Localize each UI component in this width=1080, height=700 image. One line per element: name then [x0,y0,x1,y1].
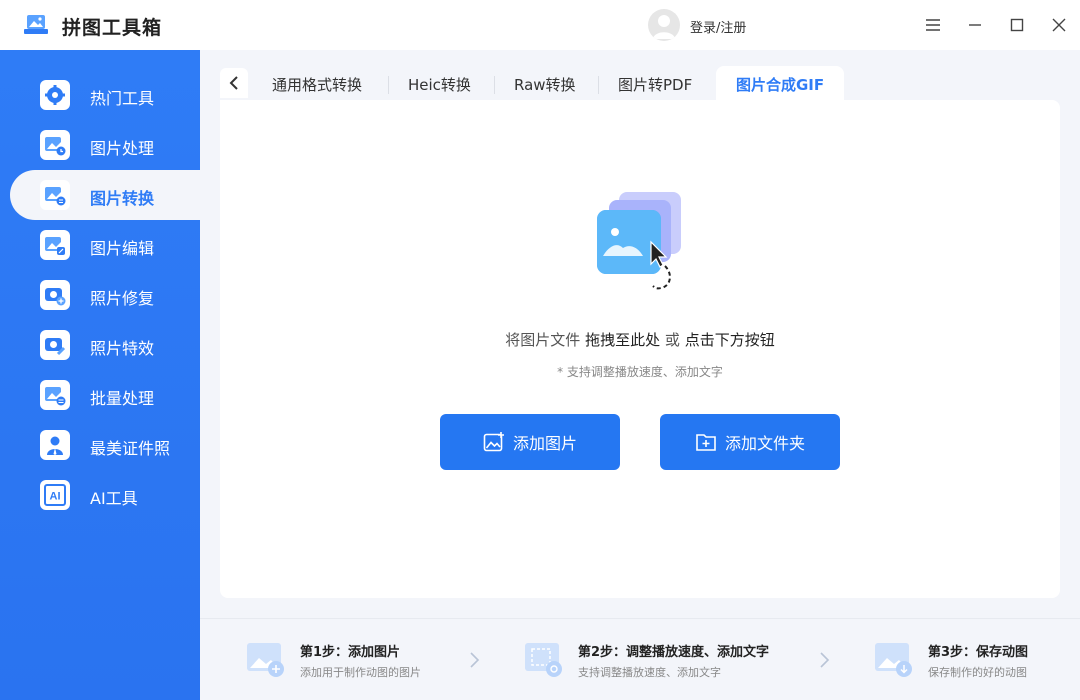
sidebar-item-image-edit[interactable]: 图片编辑 [0,220,200,270]
sidebar-item-photo-repair[interactable]: 照片修复 [0,270,200,320]
close-icon [1052,18,1066,32]
add-folder-icon [696,434,716,451]
step-title: 第1步：添加图片 [300,645,401,660]
sidebar-item-label: AI工具 [90,489,138,508]
step-add-image-icon [247,643,284,677]
step-save-gif-icon [875,643,912,677]
drop-hint-click: 点击下方按钮 [684,331,775,349]
sidebar-item-label: 照片特效 [90,339,155,358]
add-image-label: 添加图片 [512,434,577,453]
tab-bar: 通用格式转换 Heic转换 Raw转换 图片转PDF 图片合成GIF [220,66,1060,102]
sidebar-item-batch[interactable]: 批量处理 [0,370,200,420]
minimize-icon [969,24,981,26]
sidebar-item-label: 图片编辑 [90,239,155,258]
add-folder-button[interactable]: 添加文件夹 [660,414,840,470]
ai-icon: AI [40,480,70,510]
sidebar-item-label: 图片处理 [90,139,155,158]
step-desc: 支持调整播放速度、添加文字 [578,666,721,679]
tab-divider [494,76,495,94]
sidebar-item-image-process[interactable]: 图片处理 [0,120,200,170]
minimize-button[interactable] [962,12,988,38]
step-desc: 添加用于制作动图的图片 [300,666,421,679]
tab-image-to-gif[interactable]: 图片合成GIF [716,66,845,102]
photo-repair-icon [40,280,70,310]
sidebar-item-hot-tools[interactable]: 热门工具 [0,70,200,120]
tab-image-to-pdf[interactable]: 图片转PDF [618,74,692,95]
app-logo-icon [24,15,48,34]
chevron-right-icon [470,652,480,668]
drop-image-illustration-icon [597,192,681,290]
steps-bar: 第1步：添加图片 添加用于制作动图的图片 第2步：调整播放速度、添加文字 支持调… [200,618,1080,700]
photo-effect-icon [40,330,70,360]
menu-icon [926,19,940,31]
add-folder-label: 添加文件夹 [724,434,805,453]
menu-button[interactable] [920,12,946,38]
step-title: 第3步：保存动图 [928,645,1029,660]
svg-text:AI: AI [50,491,61,503]
chevron-left-icon [229,76,238,90]
sidebar-item-label: 图片转换 [90,189,155,208]
tab-heic[interactable]: Heic转换 [408,74,471,95]
image-process-icon [40,130,70,160]
sidebar: 热门工具 图片处理 图片转换 图片编辑 照片修复 照片特效 批量处理 最美证件照… [0,50,200,700]
tab-raw[interactable]: Raw转换 [514,74,576,95]
step-desc: 保存制作的好的动图 [928,666,1027,679]
step-adjust-speed-icon [525,643,562,677]
drop-hint-prefix: 将图片文件 [505,331,581,349]
sidebar-item-label: 热门工具 [90,89,155,108]
id-photo-icon [40,430,70,460]
close-button[interactable] [1046,12,1072,38]
avatar[interactable] [648,9,680,41]
drop-subhint: * 支持调整播放速度、添加文字 [557,365,723,379]
sidebar-item-ai-tools[interactable]: AI AI工具 [0,470,200,520]
sidebar-item-label: 批量处理 [90,389,155,408]
tab-general-format[interactable]: 通用格式转换 [272,74,362,95]
drop-hint-drag: 拖拽至此处 [585,331,661,349]
tools-icon [40,80,70,110]
batch-icon [40,380,70,410]
add-image-icon [483,432,504,452]
maximize-button[interactable] [1004,12,1030,38]
add-image-button[interactable]: 添加图片 [440,414,620,470]
tab-divider [388,76,389,94]
user-icon [653,15,675,39]
sidebar-item-photo-effect[interactable]: 照片特效 [0,320,200,370]
app-title: 拼图工具箱 [62,17,163,39]
drop-hint: 将图片文件 拖拽至此处 或 点击下方按钮 [220,329,1060,350]
title-bar: 拼图工具箱 登录/注册 [0,0,1080,50]
tab-back-button[interactable] [220,68,248,98]
sidebar-item-label: 最美证件照 [90,439,171,458]
sidebar-item-label: 照片修复 [90,289,155,308]
image-edit-icon [40,230,70,260]
drop-hint-or: 或 [664,331,680,349]
maximize-icon [1010,18,1024,32]
step-title: 第2步：调整播放速度、添加文字 [578,645,770,660]
sidebar-item-id-photo[interactable]: 最美证件照 [0,420,200,470]
login-register-link[interactable]: 登录/注册 [690,17,746,36]
chevron-right-icon [820,652,830,668]
sidebar-item-image-convert[interactable]: 图片转换 [10,170,200,220]
image-convert-icon [40,180,70,210]
tab-divider [598,76,599,94]
drop-zone[interactable]: 将图片文件 拖拽至此处 或 点击下方按钮 * 支持调整播放速度、添加文字 添加图… [220,100,1060,598]
